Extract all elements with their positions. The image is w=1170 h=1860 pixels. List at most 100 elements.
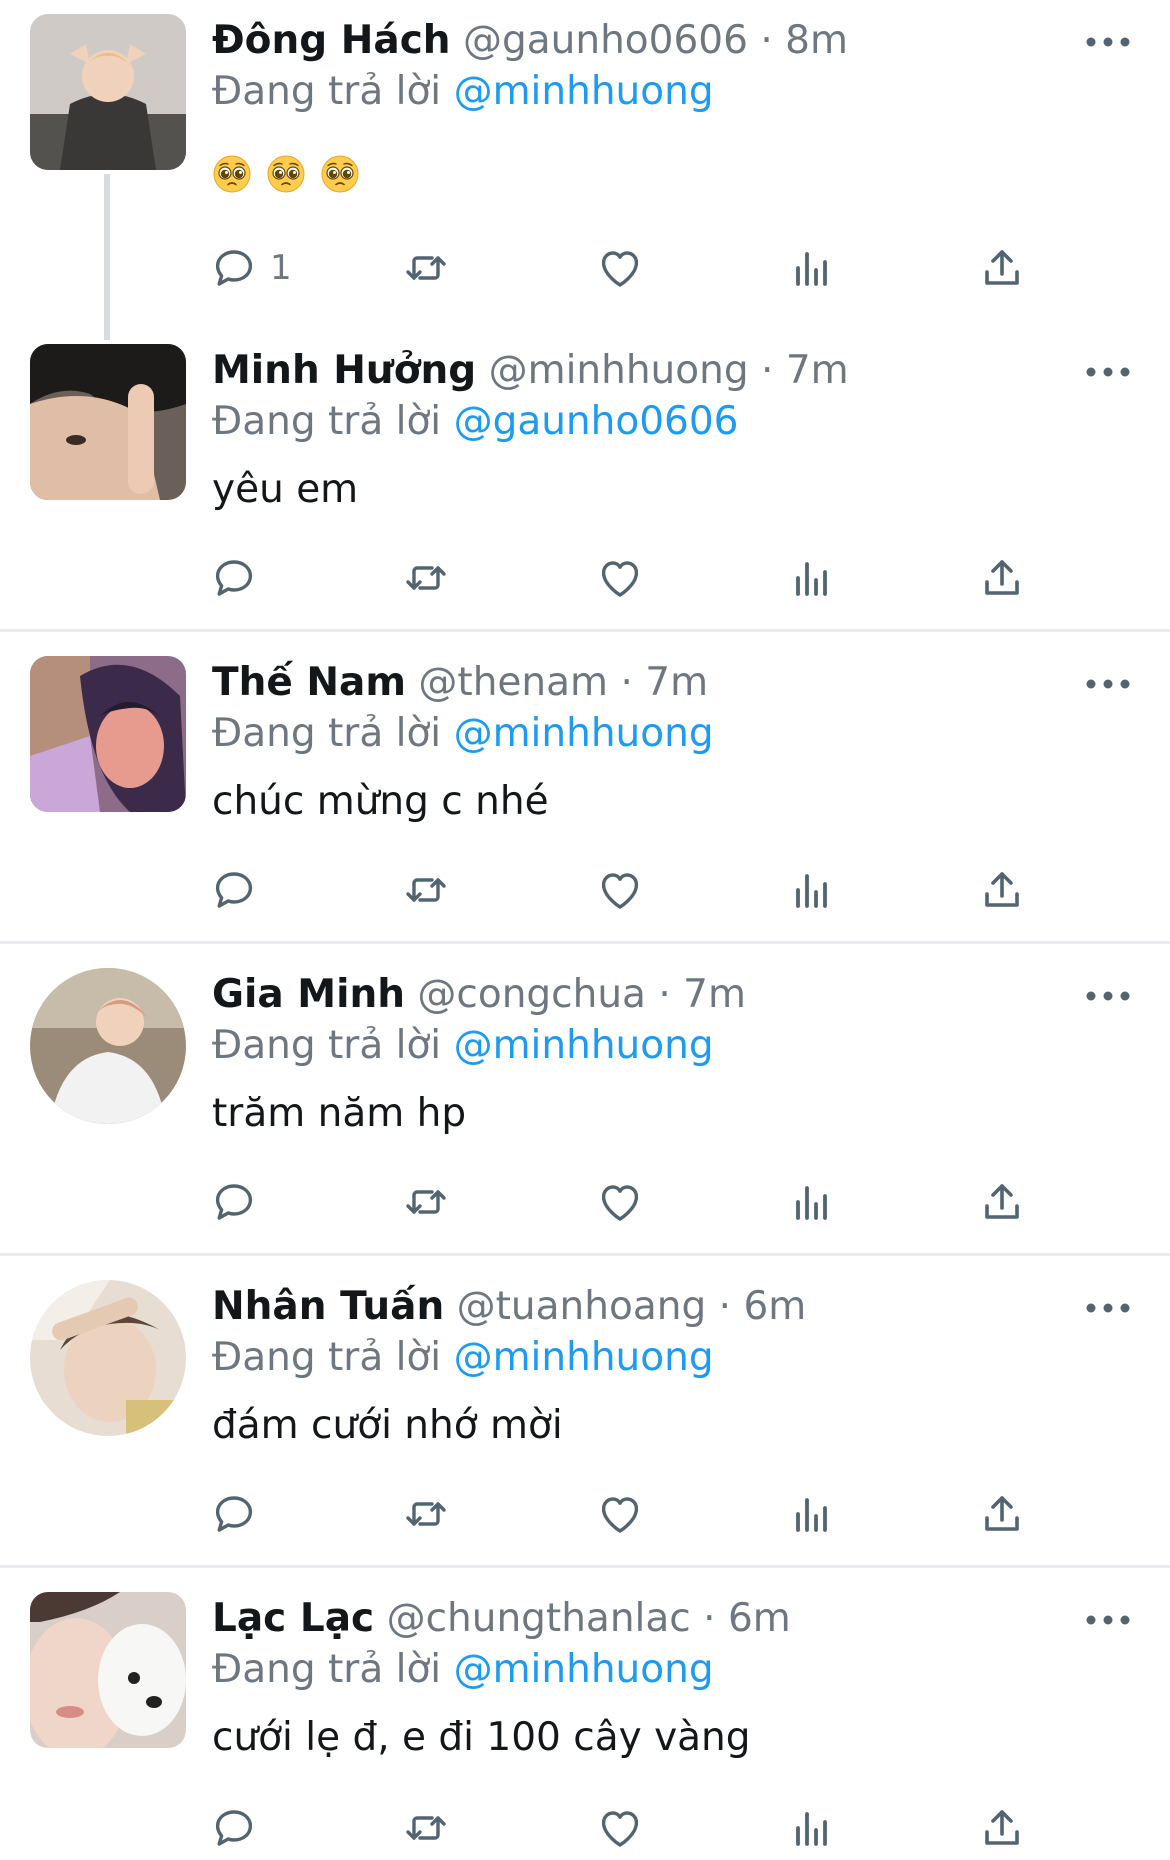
user-handle[interactable]: @minhhuong — [489, 348, 749, 393]
like-button[interactable] — [596, 1800, 644, 1856]
user-handle[interactable]: @tuanhoang — [457, 1284, 707, 1329]
retweet-button[interactable] — [402, 1486, 450, 1542]
display-name[interactable]: Đông Hách — [212, 18, 451, 63]
tweet-header: Minh Hưởng @minhhuong · 7m — [212, 347, 849, 395]
tweet-item[interactable]: Minh Hưởng @minhhuong · 7m Đang trả lời … — [0, 330, 1170, 630]
retweet-button[interactable] — [402, 240, 450, 296]
avatar[interactable] — [30, 656, 186, 812]
more-icon[interactable] — [1084, 989, 1132, 1003]
tweet-item[interactable]: Thế Nam @thenam · 7m Đang trả lời @minhh… — [0, 642, 1170, 942]
tweet-item[interactable]: Lạc Lạc @chungthanlac · 6m Đang trả lời … — [0, 1578, 1170, 1836]
user-handle[interactable]: @congchua — [417, 972, 646, 1017]
reply-icon — [210, 554, 258, 602]
tweet-item[interactable]: Đông Hách @gaunho0606 · 8m Đang trả lời … — [0, 0, 1170, 338]
mention-link[interactable]: @gaunho0606 — [454, 399, 739, 444]
timestamp[interactable]: 6m — [743, 1284, 806, 1329]
analytics-icon — [788, 1178, 836, 1226]
share-button[interactable] — [978, 550, 1026, 606]
divider — [0, 941, 1170, 944]
like-button[interactable] — [596, 1174, 644, 1230]
like-button[interactable] — [596, 1486, 644, 1542]
display-name[interactable]: Minh Hưởng — [212, 348, 476, 393]
timestamp[interactable]: 7m — [645, 660, 708, 705]
reply-button[interactable] — [210, 1800, 258, 1856]
reply-button[interactable] — [210, 1486, 258, 1542]
retweet-icon — [402, 554, 450, 602]
divider — [0, 1565, 1170, 1568]
tweet-item[interactable]: Gia Minh @congchua · 7m Đang trả lời @mi… — [0, 954, 1170, 1254]
display-name[interactable]: Nhân Tuấn — [212, 1284, 444, 1329]
divider — [0, 629, 1170, 632]
display-name[interactable]: Thế Nam — [212, 660, 406, 705]
retweet-button[interactable] — [402, 1800, 450, 1856]
retweet-icon — [402, 866, 450, 914]
mention-link[interactable]: @minhhuong — [454, 1647, 714, 1692]
user-handle[interactable]: @chungthanlac — [387, 1596, 691, 1641]
user-handle[interactable]: @gaunho0606 — [463, 18, 748, 63]
mention-link[interactable]: @minhhuong — [454, 69, 714, 114]
analytics-icon — [788, 1804, 836, 1852]
analytics-button[interactable] — [788, 550, 836, 606]
timestamp[interactable]: 7m — [786, 348, 849, 393]
action-bar: 1 — [0, 240, 1170, 300]
avatar[interactable] — [30, 968, 186, 1124]
reply-button[interactable] — [210, 862, 258, 918]
replying-to: Đang trả lời @minhhuong — [212, 68, 714, 116]
pleading-face-emoji-icon — [266, 154, 306, 194]
share-button[interactable] — [978, 1800, 1026, 1856]
retweet-icon — [402, 1490, 450, 1538]
avatar[interactable] — [30, 1280, 186, 1436]
share-button[interactable] — [978, 1174, 1026, 1230]
like-button[interactable] — [596, 240, 644, 296]
analytics-button[interactable] — [788, 1174, 836, 1230]
user-handle[interactable]: @thenam — [418, 660, 608, 705]
reply-prefix: Đang trả lời — [212, 1335, 442, 1380]
reply-count: 1 — [270, 248, 292, 288]
like-button[interactable] — [596, 862, 644, 918]
display-name[interactable]: Gia Minh — [212, 972, 405, 1017]
retweet-button[interactable] — [402, 862, 450, 918]
share-button[interactable] — [978, 862, 1026, 918]
tweet-header: Lạc Lạc @chungthanlac · 6m — [212, 1595, 791, 1643]
mention-link[interactable]: @minhhuong — [454, 711, 714, 756]
like-icon — [596, 1804, 644, 1852]
retweet-button[interactable] — [402, 1174, 450, 1230]
more-icon[interactable] — [1084, 1613, 1132, 1627]
more-icon[interactable] — [1084, 365, 1132, 379]
avatar[interactable] — [30, 14, 186, 170]
action-bar — [0, 1486, 1170, 1546]
avatar[interactable] — [30, 1592, 186, 1748]
display-name[interactable]: Lạc Lạc — [212, 1596, 374, 1641]
tweet-text: trăm năm hp — [212, 1091, 467, 1136]
tweet-text: đám cưới nhớ mời — [212, 1403, 563, 1448]
separator-dot: · — [718, 1284, 732, 1329]
timestamp[interactable]: 6m — [728, 1596, 791, 1641]
more-icon[interactable] — [1084, 35, 1132, 49]
share-button[interactable] — [978, 240, 1026, 296]
timestamp[interactable]: 7m — [683, 972, 746, 1017]
mention-link[interactable]: @minhhuong — [454, 1335, 714, 1380]
tweet-item[interactable]: Nhân Tuấn @tuanhoang · 6m Đang trả lời @… — [0, 1266, 1170, 1566]
reply-icon — [210, 1490, 258, 1538]
avatar[interactable] — [30, 344, 186, 500]
share-icon — [978, 554, 1026, 602]
more-icon[interactable] — [1084, 677, 1132, 691]
reply-button[interactable] — [210, 550, 258, 606]
reply-button[interactable]: 1 — [210, 240, 292, 296]
like-button[interactable] — [596, 550, 644, 606]
reply-button[interactable] — [210, 1174, 258, 1230]
analytics-button[interactable] — [788, 1486, 836, 1542]
analytics-button[interactable] — [788, 862, 836, 918]
more-icon[interactable] — [1084, 1301, 1132, 1315]
share-button[interactable] — [978, 1486, 1026, 1542]
tweet-text: cưới lẹ đ, e đi 100 cây vàng — [212, 1715, 751, 1760]
analytics-button[interactable] — [788, 1800, 836, 1856]
analytics-button[interactable] — [788, 240, 836, 296]
timestamp[interactable]: 8m — [785, 18, 848, 63]
mention-link[interactable]: @minhhuong — [454, 1023, 714, 1068]
separator-dot: · — [761, 348, 774, 393]
like-icon — [596, 866, 644, 914]
retweet-button[interactable] — [402, 550, 450, 606]
replying-to: Đang trả lời @minhhuong — [212, 1334, 714, 1382]
replying-to: Đang trả lời @gaunho0606 — [212, 398, 738, 446]
